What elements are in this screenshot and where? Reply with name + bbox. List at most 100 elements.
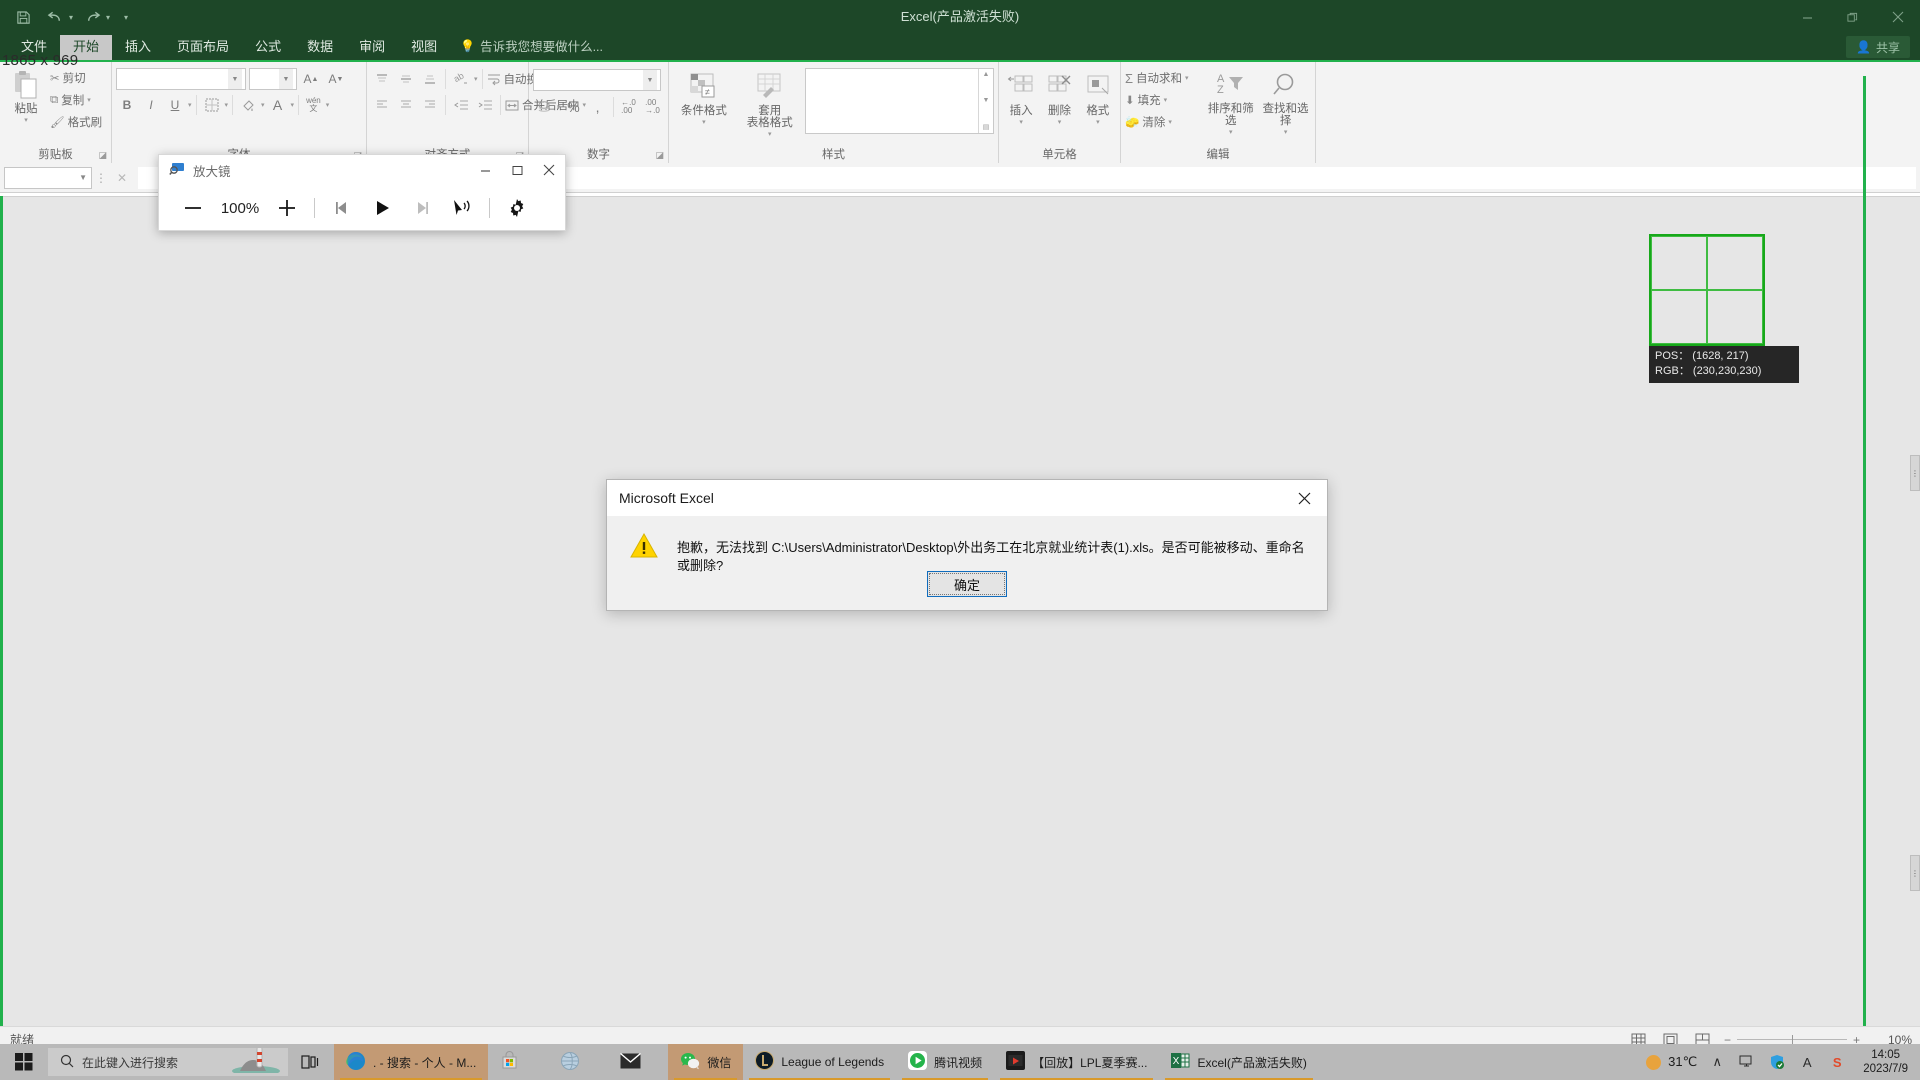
gallery-scroll-down-icon[interactable]: ▼ <box>983 97 990 104</box>
number-format-combo[interactable]: ▼ <box>533 69 661 91</box>
align-right-button[interactable] <box>419 94 441 116</box>
taskbar-item-tencent-video[interactable]: 腾讯视频 <box>896 1044 994 1080</box>
format-cells-button[interactable]: 格式 ▾ <box>1080 68 1116 126</box>
cut-button[interactable]: ✂ 剪切 <box>50 68 102 88</box>
magnifier-zoom-in-button[interactable] <box>267 188 307 228</box>
find-select-button[interactable]: 查找和选择 ▾ <box>1260 66 1311 136</box>
increase-decimal-button[interactable]: ←.0.00 <box>618 96 640 118</box>
accounting-dropdown-icon[interactable]: ▾ <box>557 103 561 111</box>
conditional-formatting-button[interactable]: ≠ 条件格式 ▾ <box>673 68 735 126</box>
clear-dropdown-icon[interactable]: ▾ <box>1168 118 1172 126</box>
font-size-dropdown-icon[interactable]: ▼ <box>279 69 293 89</box>
fill-button[interactable]: ⬇ 填充 ▾ <box>1125 90 1201 110</box>
italic-button[interactable]: I <box>140 94 162 116</box>
fill-color-dropdown-icon[interactable]: ▾ <box>261 101 265 109</box>
underline-button[interactable]: U <box>164 94 186 116</box>
cell-styles-scroll[interactable]: ▲ ▼ ▤ <box>978 69 993 133</box>
taskbar-item-lpl-replay[interactable]: 【回放】LPL夏季赛... <box>994 1044 1159 1080</box>
percent-style-button[interactable]: % <box>563 96 585 118</box>
cell-styles-gallery[interactable]: ▲ ▼ ▤ <box>804 68 994 134</box>
decrease-indent-button[interactable] <box>450 94 472 116</box>
magnifier-zoom-out-button[interactable] <box>173 188 213 228</box>
right-edge-handle-bottom[interactable]: ⋮ <box>1910 855 1920 891</box>
align-bottom-button[interactable] <box>419 68 441 90</box>
taskbar-item-league-of-legends[interactable]: League of Legends <box>743 1044 896 1080</box>
decrease-font-size-button[interactable]: A ▼ <box>325 68 347 90</box>
tab-view[interactable]: 视图 <box>398 35 450 60</box>
dialog-close-button[interactable] <box>1281 480 1327 516</box>
previous-view-icon[interactable] <box>322 188 362 228</box>
settings-gear-icon[interactable] <box>497 188 537 228</box>
taskbar-item-edge[interactable]: . - 搜索 - 个人 - M... <box>334 1044 489 1080</box>
format-as-table-button[interactable]: 套用 表格格式 ▾ <box>741 68 799 138</box>
magnifier-close-button[interactable] <box>533 155 565 185</box>
security-shield-icon[interactable] <box>1767 1052 1787 1072</box>
name-box[interactable]: ▼ <box>4 166 92 189</box>
ime-indicator[interactable]: A <box>1797 1052 1817 1072</box>
play-icon[interactable] <box>362 188 402 228</box>
tell-me-box[interactable]: 💡 告诉我您想要做什么... <box>450 33 613 60</box>
taskbar-item-mail[interactable] <box>608 1044 668 1080</box>
autosum-dropdown-icon[interactable]: ▾ <box>1185 74 1189 82</box>
delete-cells-button[interactable]: 删除 ▾ <box>1041 68 1077 126</box>
save-icon[interactable] <box>10 5 36 29</box>
customize-qat-icon[interactable]: ▾ <box>124 13 128 22</box>
taskbar-item-excel[interactable]: X Excel(产品激活失败) <box>1159 1044 1318 1080</box>
font-color-dropdown-icon[interactable]: ▾ <box>291 101 295 109</box>
undo-icon[interactable] <box>42 5 68 29</box>
undo-dropdown-icon[interactable]: ▾ <box>69 13 73 22</box>
align-middle-button[interactable] <box>395 68 417 90</box>
task-view-icon[interactable] <box>288 1044 334 1080</box>
delete-cells-dropdown-icon[interactable]: ▾ <box>1058 118 1062 126</box>
conditional-formatting-dropdown-icon[interactable]: ▾ <box>702 118 706 126</box>
gallery-expand-icon[interactable]: ▤ <box>983 123 990 131</box>
clock[interactable]: 14:05 2023/7/9 <box>1857 1048 1914 1076</box>
tab-insert[interactable]: 插入 <box>112 35 164 60</box>
network-icon[interactable] <box>1737 1052 1757 1072</box>
taskbar-item-microsoft-store[interactable] <box>488 1044 548 1080</box>
number-dialog-launcher[interactable]: ◪ <box>655 150 664 161</box>
align-top-button[interactable] <box>371 68 393 90</box>
minimize-button[interactable] <box>1785 0 1830 34</box>
increase-font-size-button[interactable]: A ▲ <box>300 68 322 90</box>
sort-filter-button[interactable]: AZ 排序和筛选 ▾ <box>1205 66 1256 136</box>
font-name-combo[interactable]: ▼ <box>116 68 246 90</box>
chevron-up-icon[interactable]: ∧ <box>1707 1052 1727 1072</box>
copy-dropdown-icon[interactable]: ▾ <box>87 96 91 104</box>
next-view-icon[interactable] <box>402 188 442 228</box>
clipboard-dialog-launcher[interactable]: ◪ <box>98 150 107 161</box>
paste-dropdown-icon[interactable]: ▾ <box>24 116 28 124</box>
insert-cells-dropdown-icon[interactable]: ▾ <box>1019 118 1023 126</box>
phonetic-guide-button[interactable]: wén 文 <box>303 94 324 116</box>
clear-button[interactable]: 🧽 清除 ▾ <box>1125 112 1201 132</box>
worksheet-grid[interactable] <box>0 196 1920 1026</box>
format-cells-dropdown-icon[interactable]: ▾ <box>1096 118 1100 126</box>
find-select-dropdown-icon[interactable]: ▾ <box>1284 128 1288 136</box>
magnifier-maximize-button[interactable] <box>501 155 533 185</box>
dialog-ok-button[interactable]: 确定 <box>927 571 1007 597</box>
tab-formulas[interactable]: 公式 <box>242 35 294 60</box>
format-as-table-dropdown-icon[interactable]: ▾ <box>768 130 772 138</box>
search-input[interactable]: 在此键入进行搜索 <box>48 1048 288 1076</box>
accounting-format-button[interactable] <box>533 96 555 118</box>
redo-icon[interactable] <box>79 5 105 29</box>
underline-dropdown-icon[interactable]: ▾ <box>188 101 192 109</box>
decrease-decimal-button[interactable]: .00 →.0 <box>642 96 664 118</box>
restore-button[interactable] <box>1830 0 1875 34</box>
orientation-button[interactable]: ab <box>450 68 472 90</box>
cancel-edit-icon[interactable]: ✕ <box>110 167 134 189</box>
gallery-scroll-up-icon[interactable]: ▲ <box>983 71 990 78</box>
zoom-track[interactable] <box>1736 1035 1847 1044</box>
read-from-pointer-icon[interactable] <box>442 188 482 228</box>
paste-button[interactable]: 粘贴 ▾ <box>4 66 48 124</box>
align-left-button[interactable] <box>371 94 393 116</box>
increase-indent-button[interactable] <box>474 94 496 116</box>
copy-button[interactable]: ⧉ 复制 ▾ <box>50 90 102 110</box>
sogou-input-icon[interactable]: S <box>1827 1052 1847 1072</box>
magnifier-minimize-button[interactable] <box>469 155 501 185</box>
align-center-button[interactable] <box>395 94 417 116</box>
tab-data[interactable]: 数据 <box>294 35 346 60</box>
close-button[interactable] <box>1875 0 1920 34</box>
phonetic-dropdown-icon[interactable]: ▾ <box>326 101 330 109</box>
weather-widget[interactable]: 31℃ <box>1646 1054 1697 1070</box>
